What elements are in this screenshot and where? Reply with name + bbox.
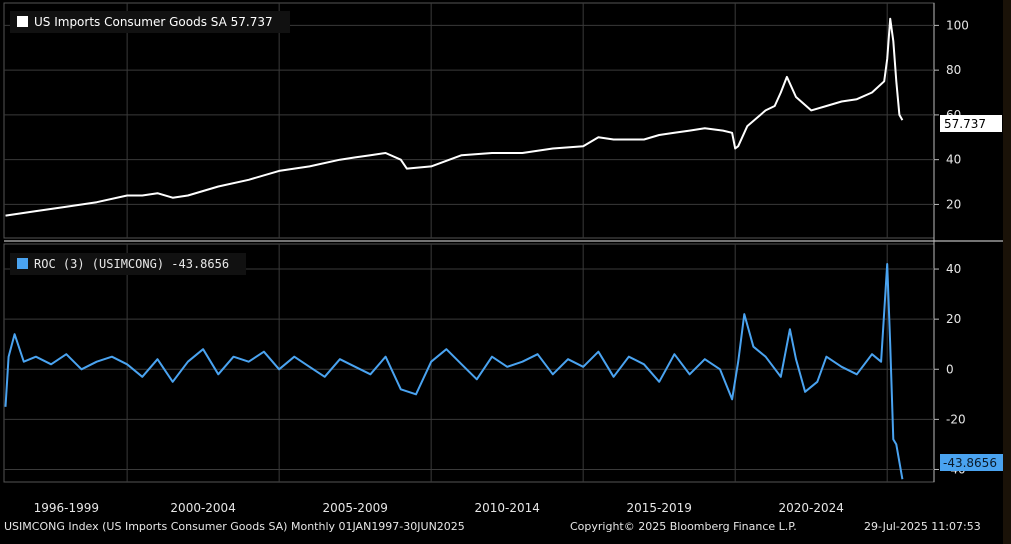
- bottom-panel: [3, 243, 935, 483]
- top-legend-swatch: [17, 16, 28, 27]
- y-tick-label: 100: [946, 18, 969, 32]
- bottom-legend-label: ROC (3) (USIMCONG) -43.8656: [34, 257, 229, 271]
- footer-description: USIMCONG Index (US Imports Consumer Good…: [4, 520, 465, 533]
- x-tick-label: 2005-2009: [322, 501, 387, 515]
- x-ticks: 1996-1999 2000-2004 2005-2009 2010-2014 2015…: [34, 501, 844, 515]
- y-tick-label: 20: [946, 197, 961, 211]
- chart-svg: 20406080100 -40-2002040 1996-19992000-20…: [3, 2, 1006, 515]
- x-tick-label: 2010-2014: [474, 501, 539, 515]
- x-tick-label: 2020-2024: [778, 501, 843, 515]
- x-tick-label: 1996-1999: [34, 501, 99, 515]
- top-legend-label: US Imports Consumer Goods SA 57.737: [34, 15, 273, 29]
- chart-window: 20406080100 -40-2002040 1996-19992000-20…: [0, 0, 1011, 544]
- y-tick-label: -20: [946, 412, 966, 426]
- bottom-y-ticks: -40-2002040: [934, 262, 966, 476]
- bottom-last-value: -43.8656: [943, 456, 997, 470]
- right-edge: [1003, 0, 1011, 544]
- y-tick-label: 20: [946, 312, 961, 326]
- x-tick-label: 2000-2004: [170, 501, 235, 515]
- y-tick-label: 40: [946, 153, 961, 167]
- top-last-value: 57.737: [944, 117, 986, 131]
- footer-copyright: Copyright© 2025 Bloomberg Finance L.P.: [570, 520, 797, 533]
- y-tick-label: 40: [946, 262, 961, 276]
- footer-timestamp: 29-Jul-2025 11:07:53: [864, 520, 981, 533]
- x-tick-label: 2015-2019: [626, 501, 691, 515]
- y-tick-label: 80: [946, 63, 961, 77]
- top-panel: [3, 2, 935, 239]
- top-y-ticks: 20406080100: [934, 18, 969, 211]
- y-tick-label: 0: [946, 362, 954, 376]
- bottom-legend-swatch: [17, 258, 28, 269]
